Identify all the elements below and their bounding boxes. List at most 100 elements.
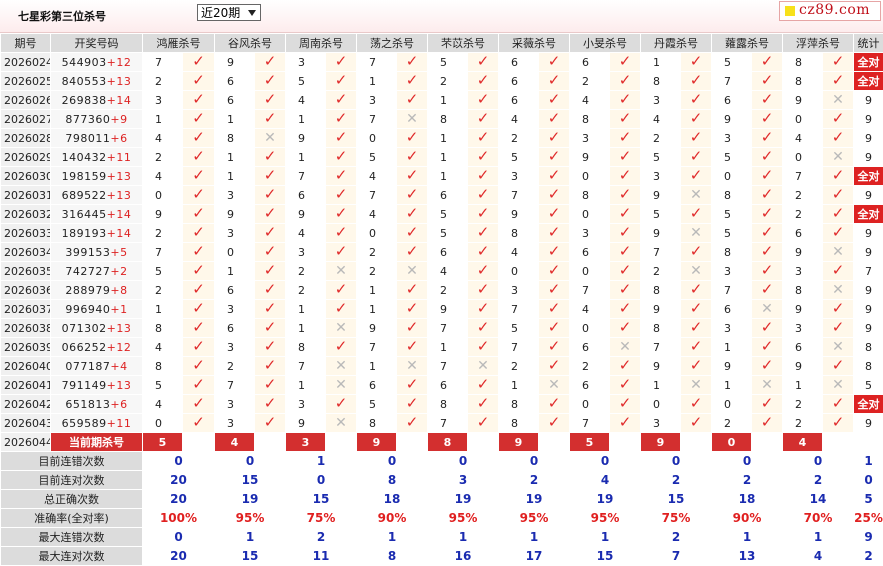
kill-value: 7 [215,376,255,395]
check-icon: ✓ [406,148,419,166]
kill-value: 7 [570,414,610,433]
kill-value: 3 [215,414,255,433]
row-stat: 8 [854,357,883,376]
kill-value: 8 [499,414,539,433]
kill-value: 1 [712,376,752,395]
draw-digits: 791149 [62,379,107,392]
check-icon: ✓ [832,205,845,223]
summary-value: 4 [783,547,854,566]
summary-row: 准确率(全对率)100%95%75%90%95%95%95%75%90%70%2… [1,509,883,528]
kill-value: 3 [215,395,255,414]
kill-value: 1 [428,167,468,186]
check-icon: ✓ [548,319,561,337]
summary-value: 1 [428,528,499,547]
check-mark-icon: ✓ [183,72,215,91]
table-row: 2026037996940+11✓3✓1✓1✓9✓7✓4✓9✓6✕9✓9 [1,300,883,319]
kill-value: 3 [641,167,681,186]
kill-value: 1 [428,338,468,357]
kill-value: 3 [357,91,397,110]
kill-value: 2 [428,281,468,300]
draw-number: 269838+14 [51,91,143,110]
check-icon: ✓ [761,395,774,413]
check-mark-icon: ✓ [397,414,428,433]
cross-mark-icon: ✕ [326,414,357,433]
check-icon: ✓ [832,262,845,280]
check-mark-icon: ✓ [468,186,499,205]
draw-number: 140432+11 [51,148,143,167]
cross-icon: ✕ [548,377,560,393]
check-icon: ✓ [192,224,205,242]
row-stat: 9 [854,224,883,243]
kill-value: 2 [712,414,752,433]
kill-value: 1 [712,338,752,357]
check-icon: ✓ [690,338,703,356]
kill-value: 6 [570,376,610,395]
check-mark-icon: ✓ [183,376,215,395]
all-correct-badge: 全对 [854,395,883,414]
kill-value: 5 [641,205,681,224]
summary-value: 1 [499,528,570,547]
check-mark-icon: ✓ [752,338,783,357]
check-mark-icon: ✓ [823,395,854,414]
table-row: 2026025840553+132✓6✓5✓1✓2✓6✓2✓8✓7✓8✓全对 [1,72,883,91]
check-mark-icon: ✓ [752,186,783,205]
cross-mark-icon: ✕ [823,148,854,167]
kill-value: 1 [641,53,681,72]
cross-mark-icon: ✕ [610,338,641,357]
column-header: 芣苡杀号 [428,34,499,53]
period-id: 2026026 [1,91,51,110]
cross-icon: ✕ [335,415,347,431]
draw-digits: 996940 [65,303,110,316]
site-logo[interactable]: cz89.com [779,1,881,21]
kill-value: 1 [143,110,183,129]
draw-sum: +11 [107,151,132,164]
column-header: 鸿雁杀号 [143,34,215,53]
kill-value: 6 [215,281,255,300]
check-icon: ✓ [548,338,561,356]
draw-number: 791149+13 [51,376,143,395]
kill-value: 2 [215,357,255,376]
check-icon: ✓ [761,262,774,280]
check-mark-icon: ✓ [326,243,357,262]
kill-value: 7 [428,319,468,338]
cross-mark-icon: ✕ [752,376,783,395]
check-mark-icon: ✓ [681,243,712,262]
cross-mark-icon: ✕ [681,262,712,281]
check-mark-icon: ✓ [326,281,357,300]
kill-value: 5 [428,224,468,243]
check-mark-icon: ✓ [468,243,499,262]
row-stat: 9 [854,300,883,319]
cross-mark-icon: ✕ [681,224,712,243]
draw-number: 840553+13 [51,72,143,91]
check-mark-icon: ✓ [610,72,641,91]
row-stat: 9 [854,129,883,148]
check-mark-icon: ✓ [468,300,499,319]
kill-value: 0 [712,167,752,186]
check-icon: ✓ [477,53,490,71]
period-select[interactable]: 近20期 [197,4,261,21]
period-id: 2026042 [1,395,51,414]
check-mark-icon: ✓ [539,300,570,319]
kill-value: 4 [143,129,183,148]
summary-label: 最大连对次数 [1,547,143,566]
summary-value: 70% [783,509,854,528]
check-mark-icon: ✓ [752,281,783,300]
check-mark-icon: ✓ [539,205,570,224]
check-icon: ✓ [264,110,277,128]
kill-value: 1 [357,357,397,376]
kill-value: 2 [143,148,183,167]
table-row: 2026026269838+143✓6✓4✓3✓1✓6✓4✓3✓6✓9✕9 [1,91,883,110]
check-mark-icon: ✓ [681,72,712,91]
column-header: 周南杀号 [286,34,357,53]
cross-icon: ✕ [335,377,347,393]
kill-value: 3 [499,281,539,300]
row-stat: 5 [854,376,883,395]
check-icon: ✓ [548,414,561,432]
check-icon: ✓ [192,72,205,90]
check-icon: ✓ [477,129,490,147]
check-mark-icon: ✓ [397,243,428,262]
kill-value: 2 [499,357,539,376]
check-mark-icon: ✓ [823,319,854,338]
kill-value: 9 [712,110,752,129]
column-header: 统计 [854,34,883,53]
